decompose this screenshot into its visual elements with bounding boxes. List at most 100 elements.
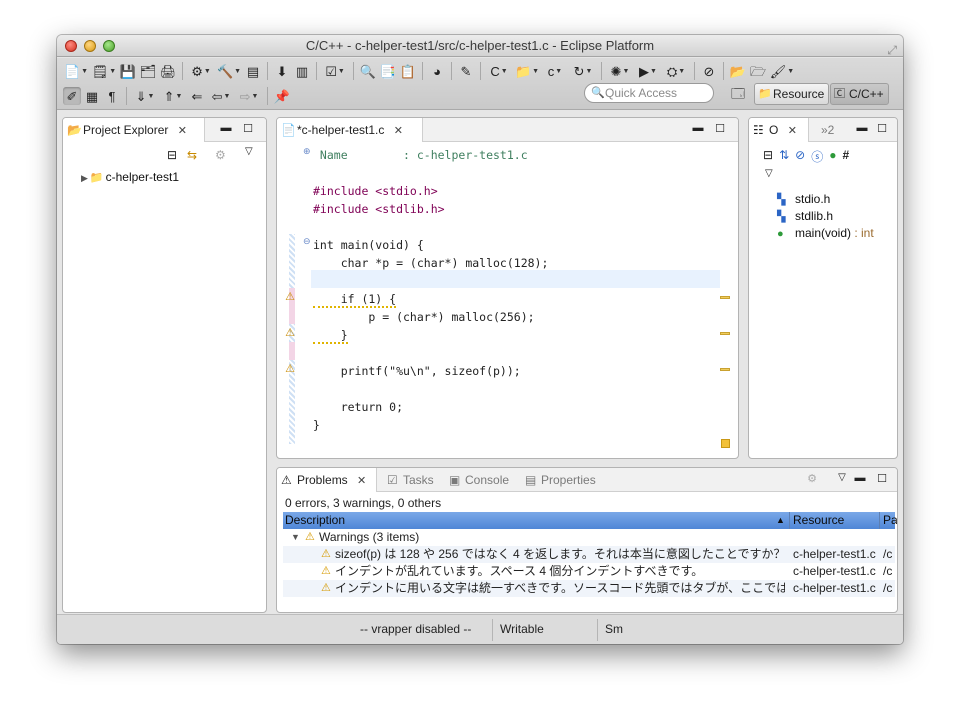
view-menu-icon[interactable]: ▽: [835, 472, 849, 483]
build-icon[interactable]: 🔨 ▼: [216, 62, 242, 80]
table-row[interactable]: ⚠ sizeof(p) は 128 や 256 ではなく 4 を返します。それは…: [283, 546, 895, 563]
tab-project-explorer[interactable]: 📂 Project Explorer ✕: [63, 118, 205, 142]
tree-item-project[interactable]: ▶ 📁 c-helper-test1: [81, 170, 179, 184]
print-icon[interactable]: 🖨: [159, 62, 177, 80]
close-icon[interactable]: ✕: [178, 125, 187, 137]
new-class-icon[interactable]: C ▼: [486, 62, 512, 80]
warning-icon[interactable]: ⚠: [283, 290, 297, 304]
problems-group-row[interactable]: ▼ ⚠ Warnings (3 items): [283, 529, 895, 546]
refresh-icon[interactable]: ↻ ▼: [570, 62, 596, 80]
tab-properties[interactable]: ▤ Properties: [521, 468, 596, 492]
next-annotation-icon[interactable]: ⇓ ▼: [132, 87, 158, 105]
table-row[interactable]: ⚠ インデントに用いる文字は統一すべきです。ソースコード先頭ではタブが、ここでは…: [283, 580, 895, 597]
status-separator: [597, 619, 598, 641]
download-icon[interactable]: ⬇: [273, 62, 291, 80]
link-editor-icon[interactable]: ⇆: [187, 148, 197, 162]
minimize-icon[interactable]: ▬: [855, 122, 869, 134]
tab-overflow[interactable]: »2: [813, 118, 834, 142]
debug-icon[interactable]: ✺ ▼: [607, 62, 633, 80]
maximize-icon[interactable]: ☐: [241, 122, 255, 135]
collapse-all-icon[interactable]: ⊟: [763, 148, 773, 165]
brush-icon[interactable]: 🖌 ▼: [769, 62, 795, 80]
save-all-icon[interactable]: 🗂: [139, 62, 157, 80]
task-icon[interactable]: ☑ ▼: [322, 62, 348, 80]
code-editor[interactable]: Name : c-helper-test1.c #include <stdio.…: [313, 146, 716, 432]
prev-annotation-icon[interactable]: ⇑ ▼: [160, 87, 186, 105]
minimize-window-button[interactable]: [84, 40, 96, 52]
maximize-icon[interactable]: ☐: [713, 122, 727, 135]
overview-warning-marker[interactable]: [720, 296, 730, 299]
external-tools-icon[interactable]: ⛭ ▼: [663, 62, 689, 80]
perspective-resource-button[interactable]: 📁 Resource: [754, 83, 830, 105]
overview-warning-marker[interactable]: [720, 332, 730, 335]
sort-icon[interactable]: ⇅: [779, 148, 789, 165]
close-icon[interactable]: ✕: [357, 475, 366, 487]
close-icon[interactable]: ✕: [394, 125, 403, 137]
build-config-icon[interactable]: ⚙ ▼: [188, 62, 214, 80]
expand-icon[interactable]: ▶: [81, 173, 88, 183]
outline-item-stdio[interactable]: ▚ stdio.h: [777, 192, 830, 206]
warning-icon[interactable]: ⚠: [283, 326, 297, 340]
table-row[interactable]: ⚠ インデントが乱れています。スペース 4 個分インデントすべきです。 c-he…: [283, 563, 895, 580]
tab-outline[interactable]: ☷ O ✕: [749, 118, 809, 142]
show-whitespace-icon[interactable]: ¶: [103, 87, 121, 105]
tab-console[interactable]: ▣ Console: [445, 468, 509, 492]
filter-icon[interactable]: ⚙: [215, 148, 226, 162]
tab-problems[interactable]: ⚠ Problems ✕: [277, 468, 377, 492]
save-icon[interactable]: 💾: [119, 62, 137, 80]
back-icon[interactable]: ⇦ ▼: [208, 87, 234, 105]
toggle-highlight-icon[interactable]: ✐: [63, 87, 81, 105]
minimize-icon[interactable]: ▬: [691, 122, 705, 134]
new-folder-icon[interactable]: 📁 ▼: [514, 62, 540, 80]
perspective-cpp-button[interactable]: 🄲 C/C++: [830, 83, 889, 105]
maximize-icon[interactable]: ☐: [875, 122, 889, 135]
new-wizard-icon[interactable]: 🗒 ▼: [91, 62, 117, 80]
open-file-icon[interactable]: 📋: [399, 62, 417, 80]
view-menu-icon[interactable]: ▽: [765, 168, 773, 179]
open-folder-icon[interactable]: 📂: [729, 62, 747, 80]
open-type-icon[interactable]: 🔍: [359, 62, 377, 80]
tab-c-helper-test1[interactable]: 📄 *c-helper-test1.c ✕: [277, 118, 423, 142]
new-icon[interactable]: 📄 ▼: [63, 62, 89, 80]
open-element-icon[interactable]: 📑: [379, 62, 397, 80]
open-perspective-icon[interactable]: 🗔: [728, 85, 748, 105]
hide-static-icon[interactable]: ⓢ: [811, 148, 823, 165]
hide-nonpublic-icon[interactable]: ●: [829, 148, 836, 165]
column-resource[interactable]: Resource: [793, 512, 844, 529]
minimize-icon[interactable]: ▬: [219, 122, 233, 134]
new-source-icon[interactable]: c ▼: [542, 62, 568, 80]
outline-item-stdlib[interactable]: ▚ stdlib.h: [777, 209, 833, 223]
forward-icon[interactable]: ⇨ ▼: [236, 87, 262, 105]
filter-icon[interactable]: ⚙: [805, 472, 819, 485]
hide-fields-icon[interactable]: ⊘: [795, 148, 805, 165]
overview-status-icon[interactable]: [721, 439, 730, 448]
column-description[interactable]: Description: [285, 512, 345, 529]
close-window-button[interactable]: [65, 40, 77, 52]
toggle-mark-icon[interactable]: ✎: [457, 62, 475, 80]
collapse-all-icon[interactable]: ⊟: [167, 148, 177, 162]
view-menu-icon[interactable]: ▽: [245, 146, 253, 157]
quick-access-input[interactable]: 🔍 Quick Access: [584, 83, 714, 103]
skip-breakpoints-icon[interactable]: ⊘: [700, 62, 718, 80]
warning-icon[interactable]: ⚠: [283, 362, 297, 376]
binary-icon[interactable]: ▤: [244, 62, 262, 80]
zoom-window-button[interactable]: [103, 40, 115, 52]
column-path[interactable]: Pa: [883, 512, 897, 529]
tab-tasks[interactable]: ☑ Tasks: [383, 468, 434, 492]
last-edit-icon[interactable]: ⇐: [188, 87, 206, 105]
pin-editor-icon[interactable]: 📌: [273, 87, 291, 105]
terminal-icon[interactable]: ▥: [293, 62, 311, 80]
collapse-icon[interactable]: ▼: [291, 529, 300, 546]
fold-collapse-icon[interactable]: ⊖: [303, 236, 311, 247]
open-project-icon[interactable]: 🗁: [749, 62, 767, 80]
fold-expand-icon[interactable]: ⊕: [303, 146, 311, 157]
block-selection-icon[interactable]: ▦: [83, 87, 101, 105]
maximize-icon[interactable]: ☐: [875, 472, 889, 485]
hide-macros-icon[interactable]: #: [842, 148, 849, 165]
close-icon[interactable]: ✕: [788, 125, 797, 137]
outline-item-main[interactable]: ● main(void) : int: [777, 226, 874, 240]
run-icon[interactable]: ▶ ▼: [635, 62, 661, 80]
coverage-icon[interactable]: ◕: [428, 62, 446, 80]
overview-warning-marker[interactable]: [720, 368, 730, 371]
minimize-icon[interactable]: ▬: [853, 472, 867, 484]
